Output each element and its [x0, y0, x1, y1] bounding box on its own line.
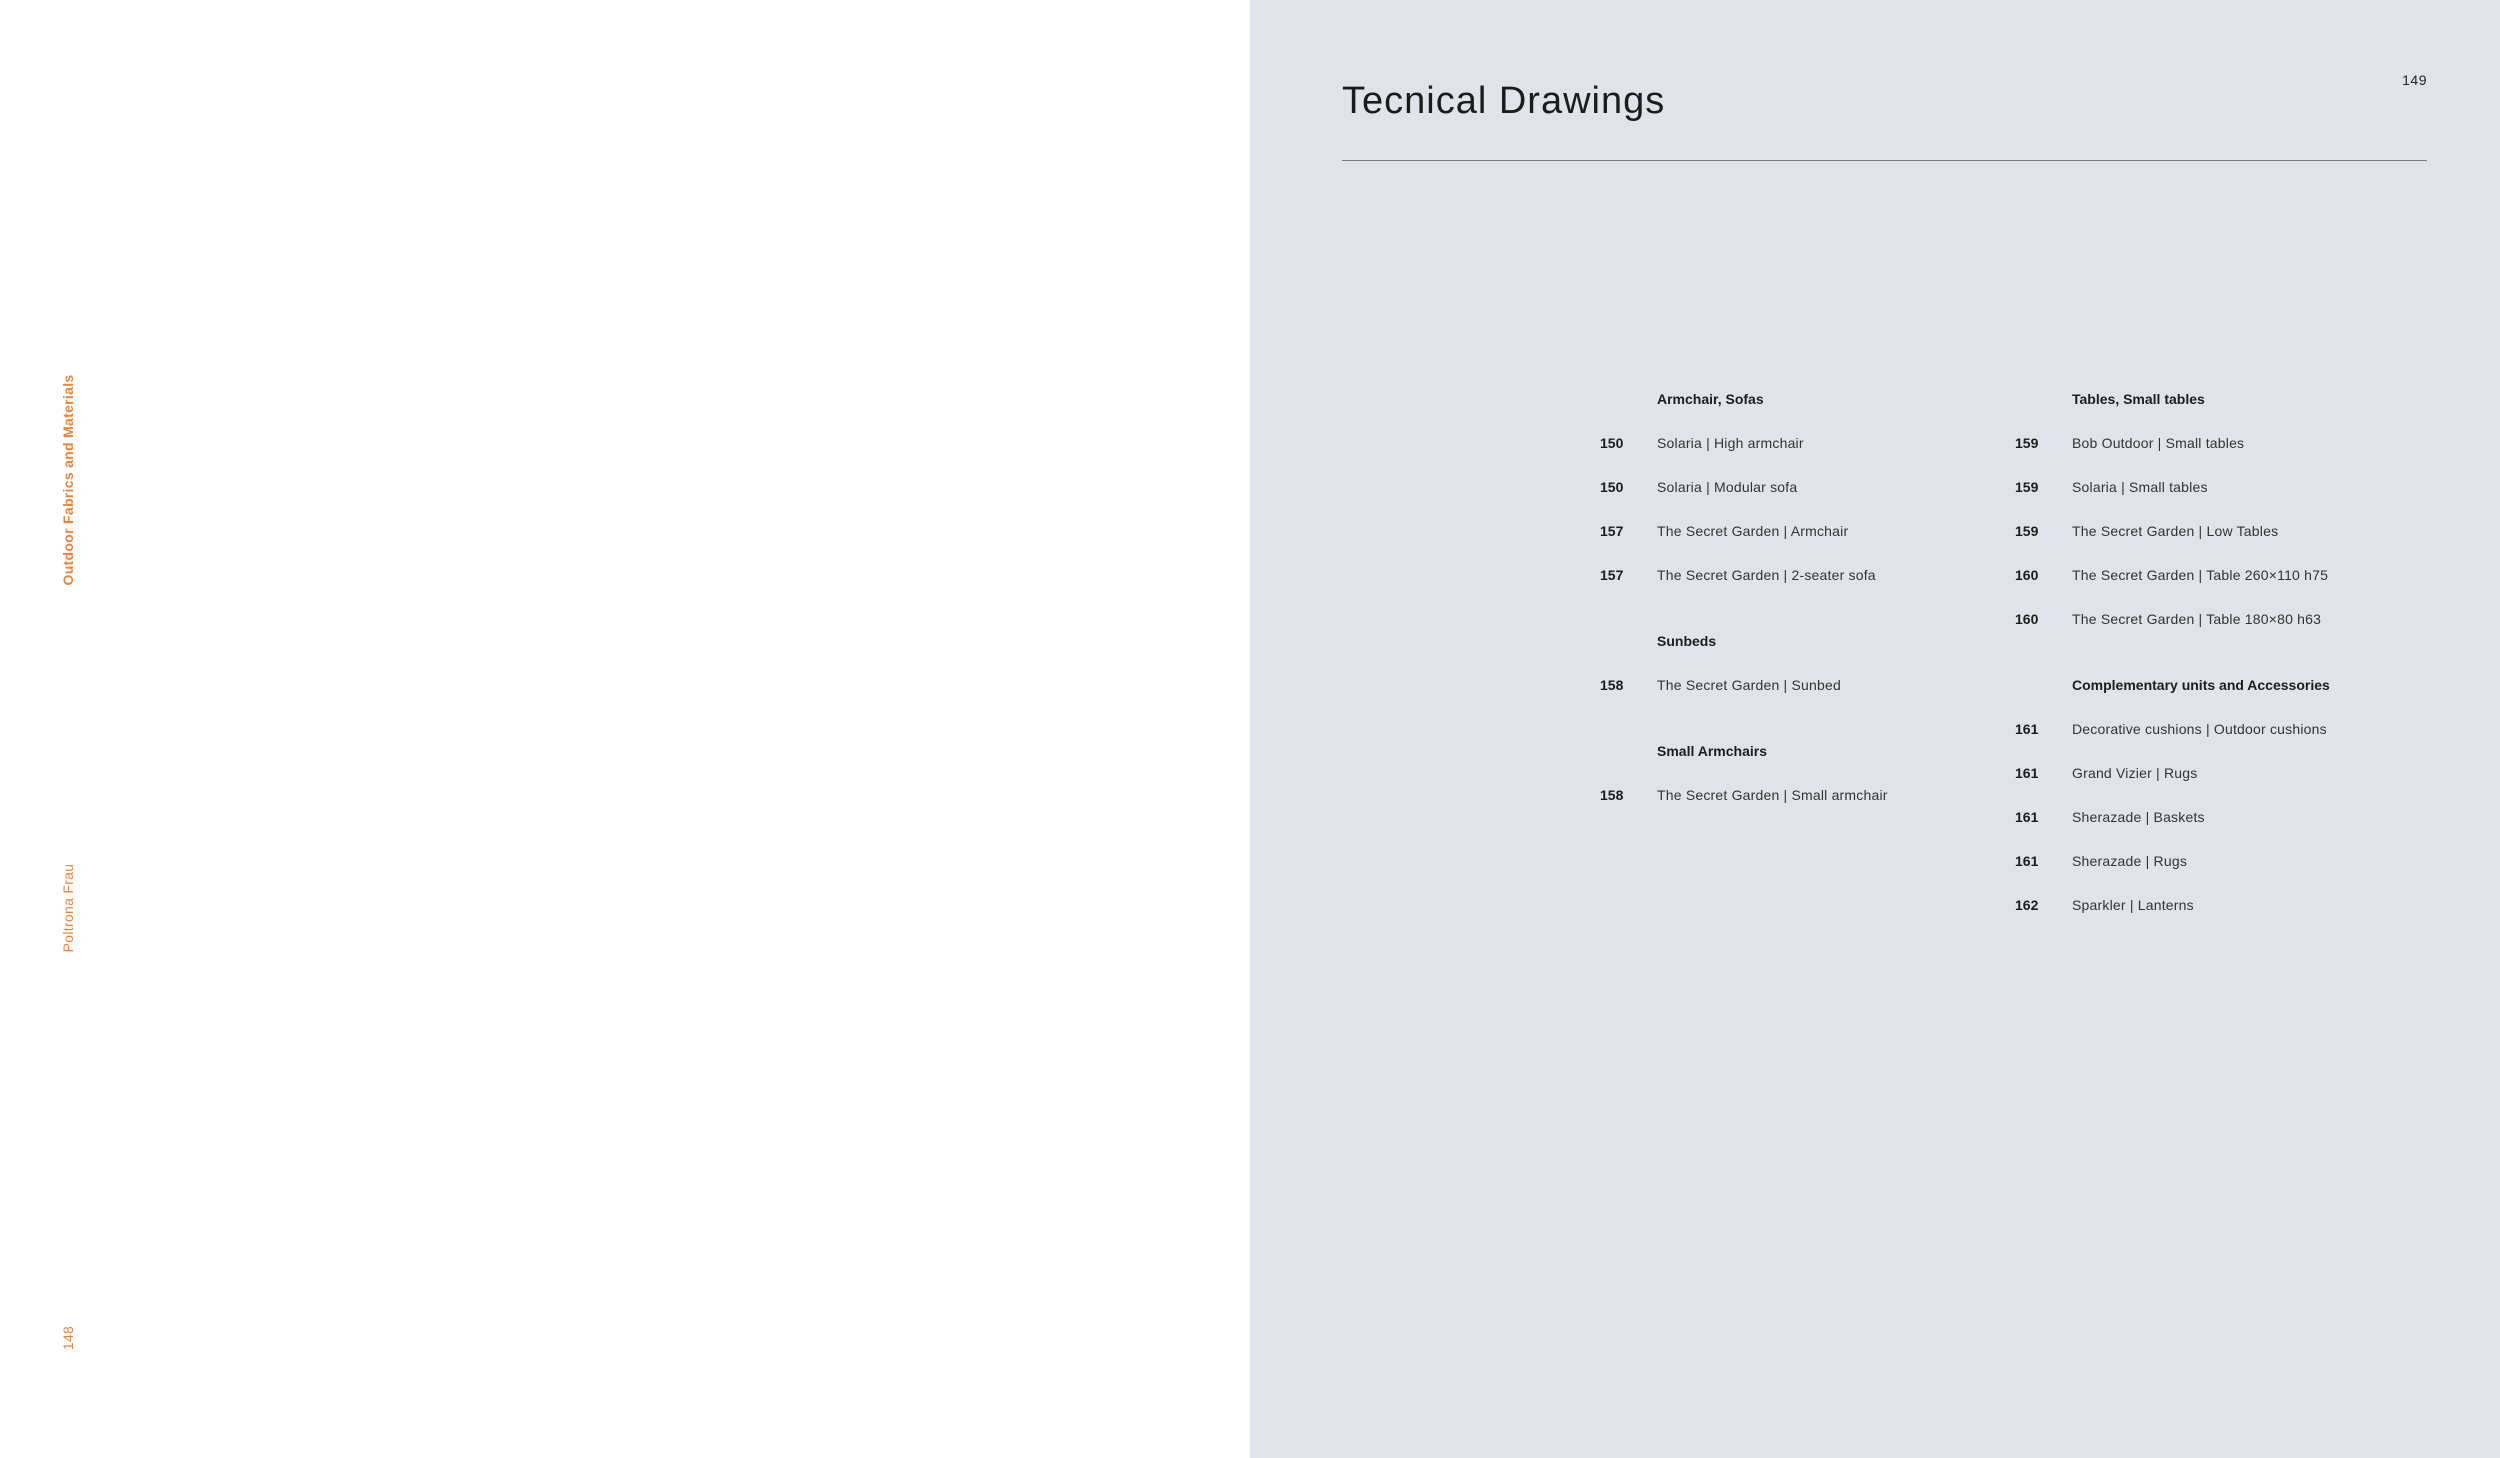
toc-entry[interactable]: 161 Grand Vizier | Rugs: [2015, 760, 2435, 804]
toc-entry-label: The Secret Garden | 2-seater sofa: [1657, 567, 1876, 583]
toc-entry[interactable]: 150 Solaria | High armchair: [1600, 430, 2020, 474]
toc-page-number: 150: [1600, 479, 1624, 495]
toc-entry[interactable]: 161 Decorative cushions | Outdoor cushio…: [2015, 716, 2435, 760]
toc-entry-label: Sherazade | Baskets: [2072, 809, 2205, 825]
section-heading: Tables, Small tables: [2072, 391, 2205, 407]
toc-entry-label: The Secret Garden | Armchair: [1657, 523, 1849, 539]
toc-entry-label: Solaria | High armchair: [1657, 435, 1804, 451]
toc-page-number: 157: [1600, 567, 1624, 583]
toc-page-number: 161: [2015, 765, 2039, 781]
section-heading: Complementary units and Accessories: [2072, 677, 2330, 693]
toc-entry[interactable]: 160 The Secret Garden | Table 260×110 h7…: [2015, 562, 2435, 606]
right-page-number: 149: [2402, 72, 2427, 88]
page-title: Tecnical Drawings: [1342, 80, 1666, 122]
left-page-number: 148: [60, 1325, 76, 1351]
toc-entry-label: The Secret Garden | Table 180×80 h63: [2072, 611, 2322, 627]
toc-entry[interactable]: 150 Solaria | Modular sofa: [1600, 474, 2020, 518]
toc-entry-label: Grand Vizier | Rugs: [2072, 765, 2198, 781]
toc-entry-label: Sherazade | Rugs: [2072, 853, 2188, 869]
toc-entry[interactable]: 160 The Secret Garden | Table 180×80 h63: [2015, 606, 2435, 650]
toc-column-left: Armchair, Sofas 150 Solaria | High armch…: [1600, 386, 2020, 826]
toc-entry-label: The Secret Garden | Table 260×110 h75: [2072, 567, 2329, 583]
toc-entry[interactable]: 161 Sherazade | Baskets: [2015, 804, 2435, 848]
right-page: 149 Tecnical Drawings Armchair, Sofas 15…: [1250, 0, 2500, 1458]
toc-entry-label: Solaria | Small tables: [2072, 479, 2208, 495]
toc-page-number: 160: [2015, 567, 2039, 583]
toc-page-number: 159: [2015, 479, 2039, 495]
toc-page-number: 159: [2015, 435, 2039, 451]
toc-page-number: 158: [1600, 677, 1624, 693]
toc-entry[interactable]: 159 Bob Outdoor | Small tables: [2015, 430, 2435, 474]
toc-entry[interactable]: 159 The Secret Garden | Low Tables: [2015, 518, 2435, 562]
toc-page-number: 158: [1600, 787, 1624, 803]
section-label: Outdoor Fabrics and Materials: [60, 374, 76, 586]
toc-page-number: 160: [2015, 611, 2039, 627]
toc-entry[interactable]: 158 The Secret Garden | Small armchair: [1600, 782, 2020, 826]
toc-entry[interactable]: 157 The Secret Garden | Armchair: [1600, 518, 2020, 562]
toc-page-number: 161: [2015, 721, 2039, 737]
toc-entry-label: Decorative cushions | Outdoor cushions: [2072, 721, 2327, 737]
toc-entry[interactable]: 159 Solaria | Small tables: [2015, 474, 2435, 518]
toc-entry-label: The Secret Garden | Small armchair: [1657, 787, 1888, 803]
toc-entry-label: Solaria | Modular sofa: [1657, 479, 1798, 495]
left-page: Outdoor Fabrics and Materials Poltrona F…: [0, 0, 1250, 1458]
toc-entry-label: Sparkler | Lanterns: [2072, 897, 2194, 913]
toc-entry[interactable]: 161 Sherazade | Rugs: [2015, 848, 2435, 892]
title-divider: [1342, 160, 2427, 161]
toc-entry-label: The Secret Garden | Low Tables: [2072, 523, 2279, 539]
toc-entry[interactable]: 157 The Secret Garden | 2-seater sofa: [1600, 562, 2020, 606]
toc-page-number: 157: [1600, 523, 1624, 539]
toc-page-number: 150: [1600, 435, 1624, 451]
toc-page-number: 159: [2015, 523, 2039, 539]
section-heading: Armchair, Sofas: [1657, 391, 1764, 407]
toc-entry-label: Bob Outdoor | Small tables: [2072, 435, 2245, 451]
toc-entry-label: The Secret Garden | Sunbed: [1657, 677, 1841, 693]
section-heading: Sunbeds: [1657, 633, 1717, 649]
toc-column-right: Tables, Small tables 159 Bob Outdoor | S…: [2015, 386, 2435, 936]
toc-page-number: 162: [2015, 897, 2039, 913]
toc-entry[interactable]: 162 Sparkler | Lanterns: [2015, 892, 2435, 936]
toc-page-number: 161: [2015, 809, 2039, 825]
section-heading: Small Armchairs: [1657, 743, 1767, 759]
brand-label: Poltrona Frau: [60, 863, 76, 953]
toc-page-number: 161: [2015, 853, 2039, 869]
toc-entry[interactable]: 158 The Secret Garden | Sunbed: [1600, 672, 2020, 716]
